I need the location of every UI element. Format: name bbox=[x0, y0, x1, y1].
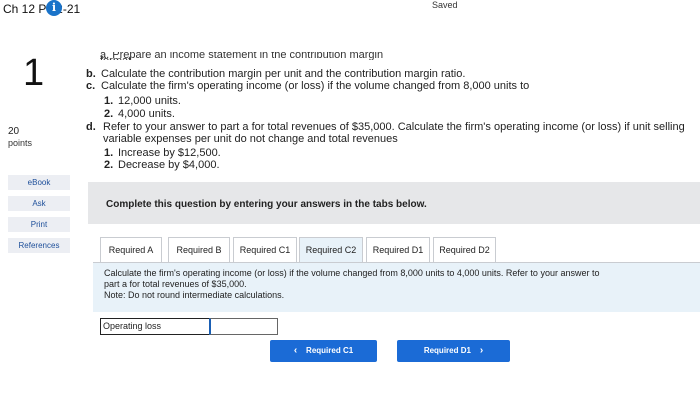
part-d-label: d. bbox=[86, 121, 96, 133]
part-d-text-2: variable expenses per unit do not change… bbox=[103, 133, 398, 145]
operating-loss-input[interactable] bbox=[209, 318, 278, 335]
chevron-left-icon: ‹ bbox=[293, 345, 298, 356]
question-number: 1 bbox=[23, 52, 45, 94]
part-d1-text: Increase by $12,500. bbox=[118, 147, 221, 159]
part-c1-text: 12,000 units. bbox=[118, 95, 181, 107]
print-button[interactable]: Print bbox=[8, 217, 70, 232]
chevron-right-icon: › bbox=[479, 345, 484, 356]
top-bar: Ch 12 P 12-21 i Saved bbox=[0, 0, 700, 18]
next-required-d1-button[interactable]: Required D1 › bbox=[397, 340, 510, 362]
part-d1-label: 1. bbox=[104, 147, 114, 159]
panel-line-2: part a for total revenues of $35,000. bbox=[104, 279, 247, 289]
part-c-label: c. bbox=[86, 80, 96, 92]
panel-line-1: Calculate the firm's operating income (o… bbox=[104, 268, 600, 278]
next-button-label: Required D1 bbox=[423, 346, 471, 355]
tab-required-b[interactable]: Required B bbox=[168, 237, 230, 263]
part-d2-label: 2. bbox=[104, 159, 114, 171]
prev-button-label: Required C1 bbox=[306, 346, 354, 355]
part-c1-label: 1. bbox=[104, 95, 114, 107]
saved-status: Saved bbox=[432, 0, 458, 10]
part-b-text: Calculate the contribution margin per un… bbox=[101, 68, 466, 80]
points-value: 20 bbox=[8, 126, 20, 137]
part-c2-label: 2. bbox=[104, 108, 114, 120]
instruction-text: Complete this question by entering your … bbox=[106, 199, 427, 210]
ask-button[interactable]: Ask bbox=[8, 196, 70, 211]
part-d-text: Refer to your answer to part a for total… bbox=[103, 121, 685, 133]
ebook-button[interactable]: eBook bbox=[8, 175, 70, 190]
panel-note: Note: Do not round intermediate calculat… bbox=[104, 290, 285, 300]
part-c-text: Calculate the firm's operating income (o… bbox=[101, 80, 530, 92]
part-b-label: b. bbox=[86, 68, 96, 80]
info-icon[interactable]: i bbox=[46, 0, 62, 16]
prev-required-c1-button[interactable]: ‹ Required C1 bbox=[270, 340, 377, 362]
part-c2-text: 4,000 units. bbox=[118, 108, 175, 120]
references-button[interactable]: References bbox=[8, 238, 70, 253]
tab-required-a[interactable]: Required A bbox=[100, 237, 162, 263]
part-d2-text: Decrease by $4,000. bbox=[118, 159, 220, 171]
tab-required-d1[interactable]: Required D1 bbox=[366, 237, 430, 263]
cut-off-line: a. Prepare an income statement in the co… bbox=[100, 52, 384, 60]
tab-required-d2[interactable]: Required D2 bbox=[433, 237, 496, 263]
operating-loss-label: Operating loss bbox=[100, 318, 210, 335]
tab-required-c1[interactable]: Required C1 bbox=[233, 237, 297, 263]
tab-required-c2[interactable]: Required C2 bbox=[299, 237, 363, 263]
question-title: Ch 12 P 12-21 bbox=[3, 2, 81, 16]
points-label: points bbox=[8, 138, 33, 148]
